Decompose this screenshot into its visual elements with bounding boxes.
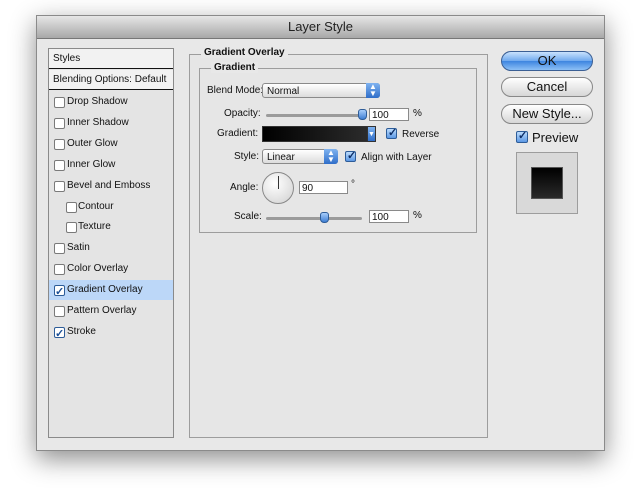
scale-slider-track[interactable]	[266, 217, 362, 220]
style-item-stroke[interactable]: Stroke	[49, 322, 173, 344]
style-item-label: Bevel and Emboss	[67, 180, 151, 191]
style-item-checkbox[interactable]	[54, 160, 65, 171]
style-item-checkbox[interactable]	[66, 222, 77, 233]
style-item-label: Color Overlay	[67, 263, 129, 274]
angle-label: Angle:	[230, 182, 259, 193]
style-item-label: Inner Glow	[67, 159, 116, 170]
window-title: Layer Style	[37, 16, 604, 39]
style-item-contour[interactable]: Contour	[49, 197, 173, 217]
style-item-color-overlay[interactable]: Color Overlay	[49, 259, 173, 279]
scale-slider-knob[interactable]	[320, 212, 329, 223]
style-label: Style:	[234, 151, 260, 162]
reverse-label: Reverse	[402, 129, 440, 140]
style-item-satin[interactable]: Satin	[49, 238, 173, 258]
scale-unit: %	[413, 210, 422, 221]
preview-checkbox[interactable]	[516, 129, 528, 143]
style-item-checkbox[interactable]	[54, 264, 65, 275]
style-item-texture[interactable]: Texture	[49, 217, 173, 237]
opacity-input[interactable]: 100	[369, 108, 409, 121]
opacity-unit: %	[413, 108, 422, 119]
styles-header[interactable]: Styles	[49, 49, 173, 69]
preview-thumbnail	[516, 152, 578, 214]
align-with-layer-checkbox[interactable]	[345, 149, 356, 162]
gradient-group-title: Gradient	[211, 62, 259, 73]
scale-input[interactable]: 100	[369, 210, 409, 223]
gradient-dropdown-icon[interactable]: ▼	[367, 126, 376, 142]
opacity-label: Opacity:	[224, 108, 261, 119]
align-with-layer-label: Align with Layer	[361, 152, 432, 163]
style-item-label: Satin	[67, 242, 90, 253]
style-item-label: Gradient Overlay	[67, 284, 143, 295]
gradient-label: Gradient:	[217, 128, 259, 139]
style-item-checkbox[interactable]	[66, 202, 77, 213]
angle-unit: °	[351, 179, 355, 190]
style-item-checkbox[interactable]	[54, 282, 65, 302]
blend-mode-select[interactable]: Normal ▲ ▼	[262, 83, 380, 98]
layer-style-dialog: Layer Style Styles Blending Options: Def…	[36, 15, 605, 451]
gradient-overlay-title: Gradient Overlay	[201, 47, 288, 58]
style-item-label: Inner Shadow	[67, 117, 129, 128]
style-item-checkbox[interactable]	[54, 243, 65, 254]
style-item-checkbox[interactable]	[54, 118, 65, 129]
style-item-pattern-overlay[interactable]: Pattern Overlay	[49, 301, 173, 321]
gradient-swatch[interactable]	[262, 126, 368, 142]
style-select[interactable]: Linear ▲ ▼	[262, 149, 338, 164]
style-item-label: Pattern Overlay	[67, 305, 137, 316]
styles-list-panel: Styles Blending Options: Default Drop Sh…	[48, 48, 174, 438]
style-item-checkbox[interactable]	[54, 181, 65, 192]
style-item-inner-glow[interactable]: Inner Glow	[49, 155, 173, 175]
style-item-checkbox[interactable]	[54, 324, 65, 344]
style-item-checkbox[interactable]	[54, 306, 65, 317]
reverse-checkbox[interactable]	[386, 126, 397, 139]
style-item-label: Outer Glow	[67, 138, 118, 149]
style-item-label: Contour	[78, 201, 114, 212]
blending-options-item[interactable]: Blending Options: Default	[49, 70, 173, 90]
style-item-outer-glow[interactable]: Outer Glow	[49, 134, 173, 154]
blend-mode-value: Normal	[267, 86, 300, 97]
preview-swatch	[531, 167, 563, 199]
angle-dial[interactable]	[262, 172, 294, 204]
style-item-drop-shadow[interactable]: Drop Shadow	[49, 92, 173, 112]
style-item-inner-shadow[interactable]: Inner Shadow	[49, 113, 173, 133]
style-value: Linear	[267, 152, 295, 163]
opacity-slider-track[interactable]	[266, 114, 362, 117]
style-item-checkbox[interactable]	[54, 139, 65, 150]
style-item-label: Texture	[78, 221, 111, 232]
chevron-updown-icon: ▲ ▼	[324, 149, 338, 164]
ok-button[interactable]: OK	[501, 51, 593, 71]
angle-input[interactable]: 90	[299, 181, 348, 194]
style-item-label: Stroke	[67, 326, 96, 337]
new-style-button[interactable]: New Style...	[501, 104, 593, 124]
angle-dial-hand	[278, 176, 279, 189]
style-item-checkbox[interactable]	[54, 97, 65, 108]
scale-label: Scale:	[234, 211, 262, 222]
style-item-label: Drop Shadow	[67, 96, 128, 107]
blend-mode-label: Blend Mode:	[207, 85, 264, 96]
chevron-updown-icon: ▲ ▼	[366, 83, 380, 98]
style-item-gradient-overlay[interactable]: Gradient Overlay	[49, 280, 173, 302]
style-item-bevel-and-emboss[interactable]: Bevel and Emboss	[49, 176, 173, 196]
cancel-button[interactable]: Cancel	[501, 77, 593, 97]
preview-label: Preview	[532, 130, 579, 145]
opacity-slider-knob[interactable]	[358, 109, 367, 120]
